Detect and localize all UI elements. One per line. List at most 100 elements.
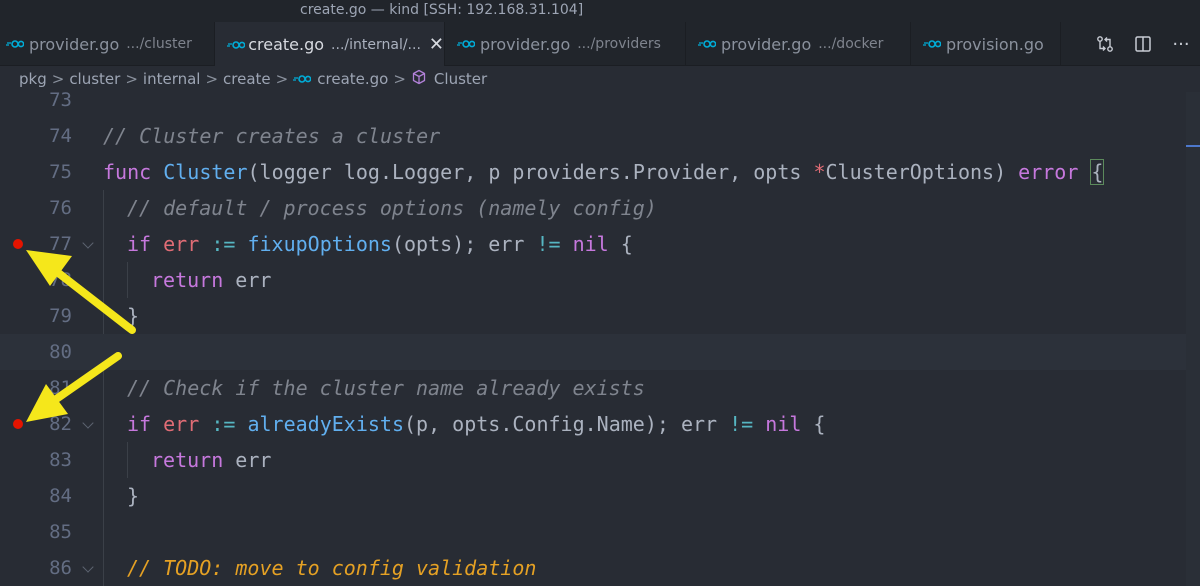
fold-chevron-icon[interactable] <box>82 237 94 249</box>
breakpoint-dot[interactable] <box>13 239 23 249</box>
brace: { <box>801 412 826 436</box>
split-editor-icon[interactable] <box>1124 29 1162 59</box>
code-line[interactable]: 73 <box>0 92 1200 118</box>
tab-bar: provider.go .../cluster create.go .../in… <box>0 22 1200 67</box>
line-number: 73 <box>49 92 72 111</box>
args: (opts); err <box>391 232 537 256</box>
tab-actions: ··· <box>1086 22 1200 66</box>
go-file-icon <box>6 39 24 49</box>
brace: } <box>127 304 140 328</box>
operator: != <box>536 232 561 256</box>
line-number: 79 <box>49 305 72 327</box>
code-editor[interactable]: 73 74 // Cluster creates a cluster 75 fu… <box>0 92 1200 586</box>
variable: err <box>163 232 200 256</box>
operator: := <box>211 412 236 436</box>
tab-label: provision.go <box>946 34 1044 54</box>
code-line[interactable]: 81 // Check if the cluster name already … <box>0 370 1200 406</box>
line-number: 82 <box>49 413 72 435</box>
tab-label: provider.go <box>721 34 812 54</box>
tab-create-go[interactable]: create.go .../internal/... ✕ <box>215 22 445 67</box>
tab-provision-go[interactable]: provision.go <box>911 22 1061 66</box>
line-number: 83 <box>49 449 72 471</box>
pointer-op: * <box>813 160 826 184</box>
keyword: if <box>127 232 152 256</box>
code-text: // Cluster creates a cluster <box>103 118 440 154</box>
tab-provider-cluster[interactable]: provider.go .../cluster <box>0 22 215 66</box>
line-number: 81 <box>49 377 72 399</box>
close-icon[interactable]: ✕ <box>429 34 444 55</box>
title-bar: create.go — kind [SSH: 192.168.31.104] <box>0 0 1200 22</box>
code-text: return err <box>151 262 271 298</box>
operator: != <box>729 412 754 436</box>
tab-label: provider.go <box>29 34 120 54</box>
comment: // Check if the cluster name already exi… <box>127 376 645 400</box>
code-text: // default / process options (namely con… <box>127 190 657 226</box>
breadcrumb: pkg > cluster > internal > create > crea… <box>0 66 1200 92</box>
fold-chevron-icon[interactable] <box>82 417 94 429</box>
code-line[interactable]: 79 } <box>0 298 1200 334</box>
code-line[interactable]: 85 <box>0 514 1200 550</box>
line-number: 86 <box>49 557 72 579</box>
comment: // default / process options (namely con… <box>127 196 657 220</box>
return-type: error <box>1018 160 1079 184</box>
breadcrumb-item-internal[interactable]: internal <box>143 70 201 88</box>
args: (p, opts.Config.Name); err <box>404 412 730 436</box>
code-text: } <box>127 298 139 334</box>
go-file-icon <box>227 40 245 50</box>
code-line[interactable]: 86 // TODO: move to config validation <box>0 550 1200 586</box>
code-line[interactable]: 78 return err <box>0 262 1200 298</box>
keyword: return <box>151 268 224 292</box>
git-compare-icon[interactable] <box>1086 29 1124 59</box>
line-number: 77 <box>49 233 72 255</box>
breadcrumb-item-create[interactable]: create <box>223 70 271 88</box>
nil-literal: nil <box>572 232 609 256</box>
variable: err <box>223 448 272 472</box>
code-text: func Cluster(logger log.Logger, p provid… <box>103 154 1105 190</box>
code-line[interactable]: 82 if err := alreadyExists(p, opts.Confi… <box>0 406 1200 442</box>
variable: err <box>163 412 200 436</box>
fold-chevron-icon[interactable] <box>82 561 94 573</box>
tab-provider-providers[interactable]: provider.go .../providers <box>445 22 686 66</box>
breadcrumb-separator: > <box>205 70 219 88</box>
code-line-current[interactable]: 80 <box>0 334 1200 370</box>
variable: err <box>223 268 272 292</box>
line-number: 80 <box>49 341 72 363</box>
breadcrumb-item-cluster[interactable]: cluster <box>69 70 120 88</box>
scrollbar-position-marker <box>1186 145 1200 147</box>
matched-brace: { <box>1090 159 1105 185</box>
go-file-icon <box>698 39 716 49</box>
code-text: } <box>127 478 139 514</box>
type-name: ClusterOptions) <box>825 160 1019 184</box>
breadcrumb-item-symbol[interactable]: Cluster <box>434 70 487 88</box>
vertical-scrollbar[interactable] <box>1186 92 1200 586</box>
keyword: func <box>103 160 152 184</box>
keyword: if <box>127 412 152 436</box>
operator: := <box>211 232 236 256</box>
comment: // Cluster creates a cluster <box>103 124 441 148</box>
line-number: 74 <box>49 125 72 147</box>
code-text: if err := fixupOptions(opts); err != nil… <box>127 226 633 262</box>
code-text: return err <box>151 442 271 478</box>
code-line[interactable]: 76 // default / process options (namely … <box>0 190 1200 226</box>
breadcrumb-item-file[interactable]: create.go <box>317 70 388 88</box>
nil-literal: nil <box>765 412 802 436</box>
breadcrumb-item-pkg[interactable]: pkg <box>19 70 47 88</box>
code-text: if err := alreadyExists(p, opts.Config.N… <box>127 406 825 442</box>
breakpoint-dot[interactable] <box>13 419 23 429</box>
code-line[interactable]: 75 func Cluster(logger log.Logger, p pro… <box>0 154 1200 190</box>
function-call: alreadyExists <box>247 412 404 436</box>
code-line[interactable]: 77 if err := fixupOptions(opts); err != … <box>0 226 1200 262</box>
tab-provider-docker[interactable]: provider.go .../docker <box>686 22 911 66</box>
code-line[interactable]: 83 return err <box>0 442 1200 478</box>
more-actions-icon[interactable]: ··· <box>1162 29 1200 59</box>
breadcrumb-separator: > <box>125 70 138 88</box>
go-file-icon <box>457 39 475 49</box>
tab-path: .../docker <box>818 36 884 52</box>
window-title: create.go — kind [SSH: 192.168.31.104] <box>300 2 584 18</box>
code-line[interactable]: 74 // Cluster creates a cluster <box>0 118 1200 154</box>
line-number: 85 <box>49 521 72 543</box>
function-call: fixupOptions <box>247 232 392 256</box>
code-text: // TODO: move to config validation <box>127 550 536 586</box>
code-line[interactable]: 84 } <box>0 478 1200 514</box>
line-number: 78 <box>49 269 72 291</box>
